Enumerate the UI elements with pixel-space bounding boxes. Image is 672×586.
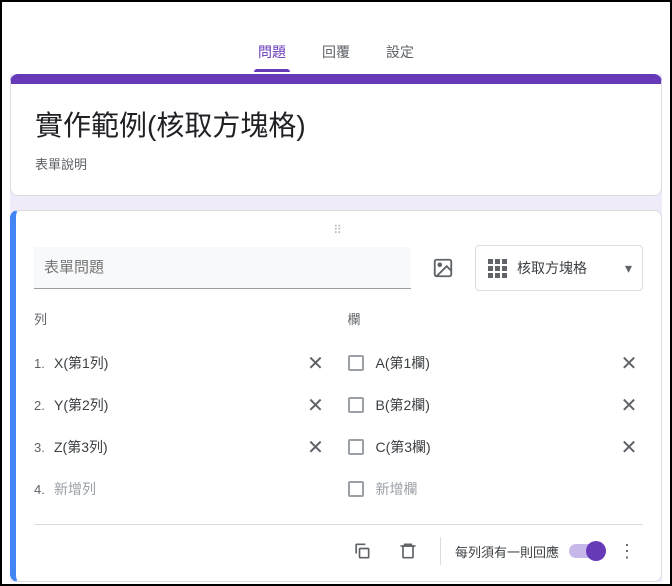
col-item[interactable]: B(第2欄) ✕ bbox=[348, 384, 644, 426]
row-item[interactable]: 1. X(第1列) ✕ bbox=[34, 342, 330, 384]
col-item[interactable]: C(第3欄) ✕ bbox=[348, 426, 644, 468]
columns-column: 欄 A(第1欄) ✕ B(第2欄) ✕ C(第3欄) ✕ bbox=[348, 309, 644, 510]
row-text-input[interactable]: Z(第3列) bbox=[54, 437, 302, 457]
columns-header: 欄 bbox=[348, 309, 644, 328]
add-row-label[interactable]: 新增列 bbox=[54, 479, 330, 499]
rows-column: 列 1. X(第1列) ✕ 2. Y(第2列) ✕ 3. Z(第3列) ✕ bbox=[34, 309, 330, 510]
form-header-card[interactable]: 實作範例(核取方塊格) 表單說明 bbox=[10, 74, 662, 196]
row-number: 3. bbox=[34, 440, 54, 455]
row-number: 1. bbox=[34, 356, 54, 371]
image-icon bbox=[432, 257, 454, 279]
question-type-select[interactable]: 核取方塊格 ▾ bbox=[475, 245, 643, 291]
col-item[interactable]: A(第1欄) ✕ bbox=[348, 342, 644, 384]
question-card: ⠿ 核取方塊格 ▾ 列 1. X(第1列) ✕ 2. bbox=[10, 210, 662, 582]
row-number: 4. bbox=[34, 482, 54, 497]
tab-settings[interactable]: 設定 bbox=[382, 42, 418, 72]
grid-icon bbox=[488, 259, 507, 278]
remove-col-button[interactable]: ✕ bbox=[615, 435, 643, 460]
tab-questions[interactable]: 問題 bbox=[254, 42, 290, 72]
more-options-button[interactable]: ⋮ bbox=[613, 541, 641, 562]
remove-col-button[interactable]: ✕ bbox=[615, 393, 643, 418]
col-text-input[interactable]: A(第1欄) bbox=[376, 353, 616, 373]
form-title[interactable]: 實作範例(核取方塊格) bbox=[35, 104, 637, 144]
drag-handle-icon[interactable]: ⠿ bbox=[34, 225, 643, 239]
require-response-label: 每列須有一則回應 bbox=[455, 542, 559, 561]
more-vert-icon: ⋮ bbox=[618, 541, 636, 561]
tab-responses[interactable]: 回覆 bbox=[318, 42, 354, 72]
delete-button[interactable] bbox=[390, 533, 426, 569]
checkbox-icon bbox=[348, 439, 364, 455]
checkbox-icon bbox=[348, 481, 364, 497]
chevron-down-icon: ▾ bbox=[625, 260, 632, 277]
copy-icon bbox=[352, 541, 372, 561]
col-text-input[interactable]: B(第2欄) bbox=[376, 395, 616, 415]
add-image-button[interactable] bbox=[425, 250, 461, 286]
col-text-input[interactable]: C(第3欄) bbox=[376, 437, 616, 457]
row-item[interactable]: 3. Z(第3列) ✕ bbox=[34, 426, 330, 468]
row-number: 2. bbox=[34, 398, 54, 413]
add-col-label[interactable]: 新增欄 bbox=[376, 479, 644, 499]
checkbox-icon bbox=[348, 397, 364, 413]
add-row[interactable]: 4. 新增列 bbox=[34, 468, 330, 510]
question-footer: 每列須有一則回應 ⋮ bbox=[34, 524, 643, 573]
question-type-label: 核取方塊格 bbox=[517, 258, 587, 278]
divider bbox=[440, 537, 441, 565]
remove-col-button[interactable]: ✕ bbox=[615, 351, 643, 376]
form-description[interactable]: 表單說明 bbox=[35, 154, 637, 173]
row-text-input[interactable]: Y(第2列) bbox=[54, 395, 302, 415]
remove-row-button[interactable]: ✕ bbox=[302, 351, 330, 376]
remove-row-button[interactable]: ✕ bbox=[302, 435, 330, 460]
row-text-input[interactable]: X(第1列) bbox=[54, 353, 302, 373]
form-tabs: 問題 回覆 設定 bbox=[10, 10, 662, 72]
remove-row-button[interactable]: ✕ bbox=[302, 393, 330, 418]
row-item[interactable]: 2. Y(第2列) ✕ bbox=[34, 384, 330, 426]
require-response-toggle[interactable] bbox=[569, 544, 603, 558]
question-title-input[interactable] bbox=[34, 247, 411, 289]
add-col[interactable]: 新增欄 bbox=[348, 468, 644, 510]
duplicate-button[interactable] bbox=[344, 533, 380, 569]
trash-icon bbox=[398, 541, 418, 561]
rows-header: 列 bbox=[34, 309, 330, 328]
checkbox-icon bbox=[348, 355, 364, 371]
